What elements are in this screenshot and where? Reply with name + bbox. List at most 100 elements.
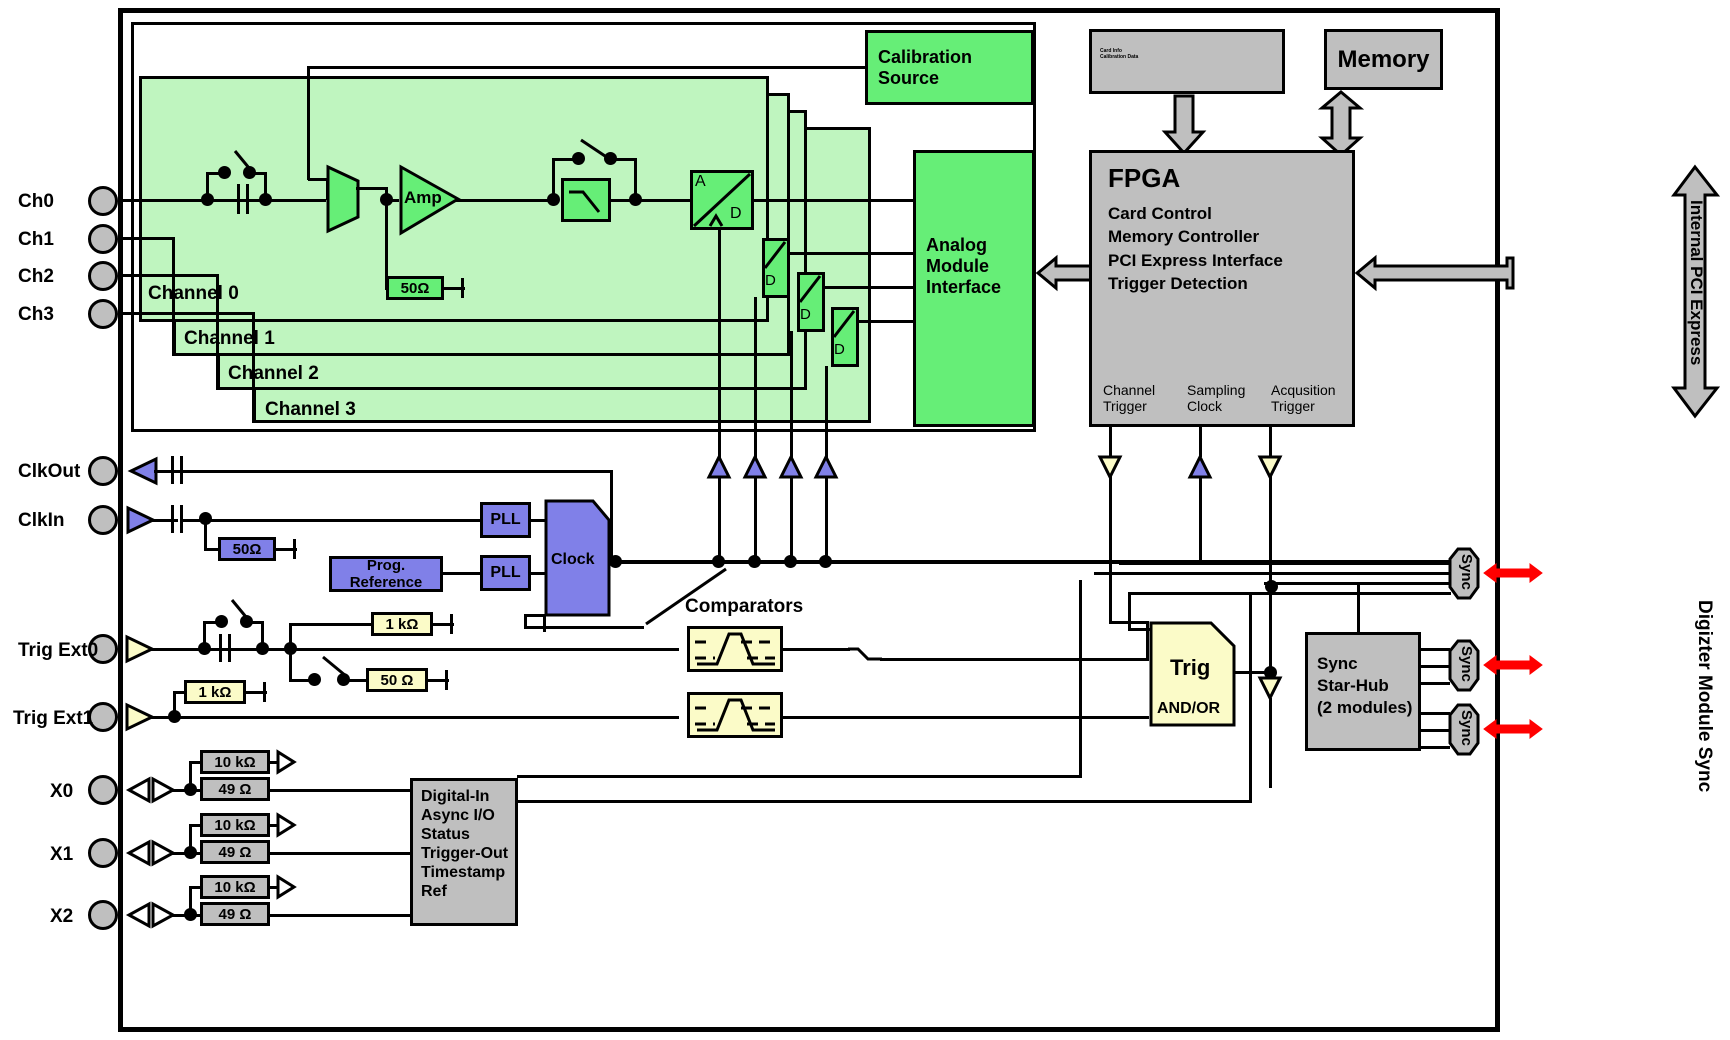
resistor-50ohm-ch0: 50Ω: [386, 276, 444, 300]
channel-1-label: Channel 1: [184, 328, 275, 349]
capacitor-plate-left: [237, 184, 240, 214]
wire-ch2-in: [118, 274, 219, 277]
fpga-port-0-line2: Trigger: [1103, 397, 1147, 414]
wire-starhub-sync-d: [1420, 712, 1450, 715]
fpga-port-0-line1: Channel: [1103, 381, 1156, 398]
input-pad-x0[interactable]: [88, 775, 118, 805]
memory-label: Memory: [1337, 45, 1430, 73]
input-pad-ch2[interactable]: [88, 261, 118, 291]
wire-ch0-main: [228, 199, 326, 202]
wire-clkout-long: [188, 470, 613, 473]
resistor-49-x2: 49 Ω: [200, 902, 270, 926]
channel-2-label: Channel 2: [228, 363, 319, 384]
wire-dio-out-a: [517, 775, 1082, 778]
wire-samplingclk-up: [1199, 427, 1202, 457]
channel-3-label: Channel 3: [265, 399, 356, 420]
input-label-ch1: Ch1: [18, 229, 54, 250]
input-pad-ch0[interactable]: [88, 186, 118, 216]
input-pad-x2[interactable]: [88, 900, 118, 930]
wire-starhub-sync-c: [1420, 682, 1450, 685]
fpga-port-1-line2: Clock: [1187, 397, 1223, 414]
calibration-source-block: Calibration Source: [865, 30, 1034, 105]
analog-module-interface-block: Analog Module Interface: [913, 150, 1035, 427]
sync-connector-bottom-label: Sync: [1458, 710, 1475, 746]
fpga-feature-3: Trigger Detection: [1108, 274, 1248, 294]
filter-switch-right-leg: [634, 158, 637, 200]
lowpass-filter-icon: [569, 190, 601, 213]
wire-x1-to-dio: [269, 852, 412, 855]
input-pad-x1[interactable]: [88, 838, 118, 868]
memory-fpga-bus-arrow: [1317, 90, 1365, 158]
prog-reference-block: Prog. Reference: [329, 556, 443, 592]
digital-io-line-2: Status: [421, 826, 470, 844]
input-label-x1: X1: [50, 844, 74, 865]
node-clockbus-ch3: [819, 555, 832, 568]
card-info-text: Card Info Calibration Data: [1100, 48, 1139, 61]
wire-comp0-out: [782, 648, 850, 651]
sync-star-hub-block: Sync Star-Hub (2 modules): [1305, 632, 1421, 751]
wire-adc0-out: [753, 199, 913, 202]
fpga-port-1-line1: Sampling: [1187, 381, 1246, 398]
wire-ch3-drop: [252, 312, 255, 423]
sync-connector-middle-label: Sync: [1458, 646, 1475, 682]
wire-adc2-out: [824, 286, 913, 289]
lvds-label-ch2: D: [800, 306, 811, 323]
wire-dio-out-a-up: [1079, 580, 1082, 778]
fpga-block: FPGA Card Control Memory Controller PCI …: [1089, 150, 1355, 427]
input-pad-ch1[interactable]: [88, 224, 118, 254]
wire-x0-up: [189, 761, 192, 789]
digital-io-line-3: Trigger-Out: [421, 845, 509, 863]
wire-adcclk-ch1: [754, 297, 757, 459]
pll-2-label: PLL: [490, 564, 521, 581]
capacitor-plate-right: [246, 184, 249, 214]
fpga-pcie-bus-arrow: [1354, 254, 1515, 292]
gnd-tick-1k-trigext0: [450, 614, 453, 634]
resistor-10k-x0: 10 kΩ: [200, 750, 270, 774]
pll-block-1: PLL: [480, 502, 531, 538]
calibration-source-line2: Source: [878, 67, 940, 88]
input-label-ch3: Ch3: [18, 304, 54, 325]
gnd-tick-50-trigext0: [445, 670, 448, 690]
gnd-tick-1k-trigext1: [263, 682, 266, 702]
resistor-50ohm-clkin: 50Ω: [218, 537, 276, 561]
sync-star-hub-line3: (2 modules): [1317, 698, 1413, 718]
memory-block: Memory: [1324, 29, 1443, 90]
comparator-icon-0: [695, 632, 775, 666]
wire-starhub-sync-f: [1420, 746, 1450, 749]
wire-samplingclk-down: [1199, 476, 1202, 562]
trig-label: Trig: [1170, 655, 1211, 680]
card-info-to-fpga-arrow: [1161, 94, 1207, 156]
input-pad-clkin[interactable]: [88, 505, 118, 535]
digital-io-block: Digital-In Async I/O Status Trigger-Out …: [410, 778, 518, 926]
ami-line2: Module: [926, 256, 989, 276]
fpga-feature-1: Memory Controller: [1108, 227, 1260, 247]
trigext0-cap-left: [219, 634, 222, 662]
wire-cal-top: [307, 66, 868, 69]
wire-mux-out: [356, 187, 388, 190]
wire-starhub-sync-e: [1420, 729, 1450, 732]
sync-connector-top-label: Sync: [1458, 554, 1475, 590]
resistor-49-x0: 49 Ω: [200, 777, 270, 801]
ami-line1: Analog: [926, 235, 987, 255]
trig-andor-label: AND/OR: [1157, 700, 1221, 717]
node-clockbus-0: [609, 555, 622, 568]
input-pad-clkout[interactable]: [88, 456, 118, 486]
filter-switch-top-left: [552, 158, 574, 161]
acq-trigger-out-triangle: [1257, 676, 1283, 702]
sync-arrow-top: [1483, 563, 1543, 583]
adc-analog-label: A: [695, 173, 706, 190]
calibration-source-line1: Calibration: [878, 46, 973, 67]
input-mux-ch0: [326, 164, 360, 234]
wire-dio-out-b-up: [1249, 592, 1252, 803]
clock-mux-label: Clock: [551, 551, 595, 568]
coupling-switch-node-left: [218, 166, 231, 179]
wire-cal-up: [307, 66, 310, 180]
wire-clkdrop-ch1: [754, 476, 757, 562]
wire-acqtrig-down: [1269, 476, 1272, 676]
resistor-1k-trigext0: 1 kΩ: [371, 612, 433, 636]
x0-pullup-driver-triangle: [276, 749, 297, 775]
pll-block-2: PLL: [480, 555, 531, 591]
input-pad-ch3[interactable]: [88, 299, 118, 329]
filter-switch-left-leg: [552, 158, 555, 200]
wire-cal-stub: [308, 178, 328, 181]
